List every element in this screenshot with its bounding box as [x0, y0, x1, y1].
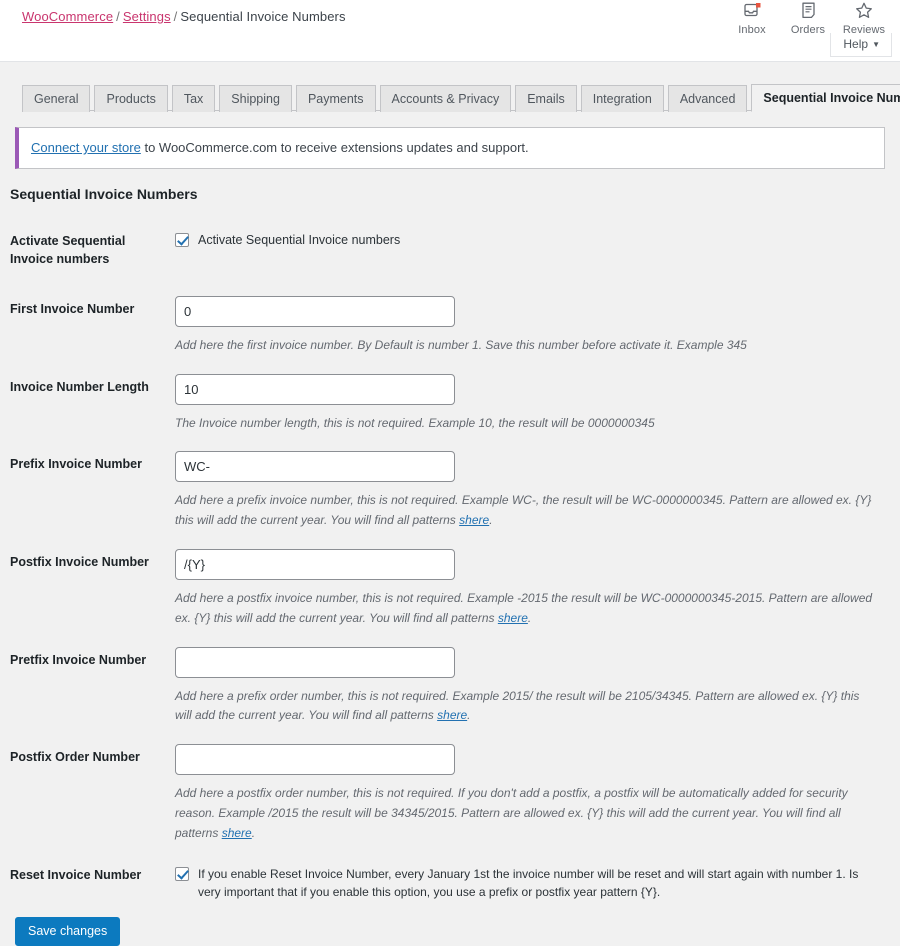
- form-row-first-invoice-number: First Invoice Number Add here the first …: [0, 284, 890, 362]
- reset-invoice-checkbox-row[interactable]: If you enable Reset Invoice Number, ever…: [175, 862, 880, 901]
- postfix-order-number-input[interactable]: [175, 744, 455, 776]
- label-activate: Activate Sequential Invoice numbers: [10, 233, 126, 266]
- label-reset-invoice-number: Reset Invoice Number: [10, 867, 142, 882]
- breadcrumb-link-settings[interactable]: Settings: [123, 9, 171, 24]
- reset-invoice-checkbox[interactable]: [175, 866, 189, 881]
- star-icon: [836, 2, 892, 22]
- label-postfix-invoice-number: Postfix Invoice Number: [10, 554, 149, 569]
- form-row-prefix-order-number: Pretfix Invoice Number Add here a prefix…: [0, 635, 890, 733]
- label-first-invoice-number: First Invoice Number: [10, 301, 135, 316]
- top-bar: WooCommerce / Settings / Sequential Invoice …: [0, 0, 900, 62]
- chevron-down-icon: ▼: [872, 40, 880, 49]
- topnav-label-orders: Orders: [790, 24, 826, 36]
- tab-sequential-invoice-numbers[interactable]: Sequential Invoice Numbers: [751, 83, 900, 112]
- desc-first-invoice-number: Add here the first invoice number. By De…: [175, 337, 747, 352]
- notice-text: to WooCommerce.com to receive extensions…: [140, 140, 529, 155]
- form-row-postfix-invoice-number: Postfix Invoice Number Add here a postfi…: [0, 537, 890, 635]
- breadcrumb-separator-2: /: [173, 9, 178, 24]
- tab-shipping[interactable]: Shipping: [219, 84, 292, 112]
- top-navigation: Inbox Orders Reviews: [724, 0, 892, 36]
- save-button-wrap: Save changes: [0, 907, 900, 946]
- settings-tabs: General Products Tax Shipping Payments Accoun…: [22, 83, 900, 112]
- desc-postfix-order-number-before: Add here a postfix order number, this is…: [175, 786, 848, 840]
- desc-prefix-invoice-number: Add here a prefix invoice number, this i…: [175, 491, 875, 531]
- connect-store-notice: Connect your store to WooCommerce.com to…: [15, 127, 885, 169]
- desc-prefix-order-number: Add here a prefix order number, this is …: [175, 687, 875, 727]
- breadcrumb-link-woocommerce[interactable]: WooCommerce: [22, 9, 113, 24]
- topnav-item-reviews[interactable]: Reviews: [836, 0, 892, 36]
- topnav-item-orders[interactable]: Orders: [780, 0, 836, 36]
- form-row-reset-invoice-number: Reset Invoice Number If you enable Reset…: [0, 850, 890, 907]
- label-postfix-order-number: Postfix Order Number: [10, 750, 140, 765]
- inbox-icon: [724, 2, 780, 22]
- desc-prefix-order-number-before: Add here a prefix order number, this is …: [175, 688, 860, 723]
- save-changes-button[interactable]: Save changes: [15, 916, 121, 946]
- patterns-link-prefix-order[interactable]: shere: [437, 708, 467, 722]
- topnav-label-inbox: Inbox: [738, 24, 766, 36]
- invoice-number-length-input[interactable]: [175, 373, 455, 405]
- patterns-link-postfix-order[interactable]: shere: [222, 826, 252, 840]
- tab-tax[interactable]: Tax: [171, 84, 216, 112]
- settings-tabs-bar: General Products Tax Shipping Payments Accoun…: [22, 83, 900, 112]
- reset-invoice-checkbox-label: If you enable Reset Invoice Number, ever…: [198, 866, 859, 899]
- label-prefix-invoice-number: Prefix Invoice Number: [10, 457, 142, 472]
- desc-postfix-order-number-after: .: [251, 825, 256, 840]
- postfix-invoice-number-input[interactable]: [175, 548, 455, 580]
- first-invoice-number-input[interactable]: [175, 295, 455, 327]
- page-title: Sequential Invoice Numbers: [10, 185, 198, 202]
- desc-prefix-invoice-number-before: Add here a prefix invoice number, this i…: [175, 493, 872, 528]
- breadcrumb-separator-1: /: [116, 9, 120, 24]
- label-prefix-order-number: Pretfix Invoice Number: [10, 652, 147, 667]
- label-invoice-number-length: Invoice Number Length: [10, 379, 149, 394]
- breadcrumb-current: Sequential Invoice Numbers: [180, 9, 346, 24]
- activate-checkbox-label: Activate Sequential Invoice numbers: [198, 232, 401, 247]
- form-row-activate: Activate Sequential Invoice numbers Acti…: [0, 216, 890, 284]
- desc-prefix-order-number-after: .: [467, 708, 471, 723]
- desc-postfix-order-number: Add here a postfix order number, this is…: [175, 784, 875, 843]
- activate-checkbox-row[interactable]: Activate Sequential Invoice numbers: [175, 228, 880, 250]
- help-button[interactable]: Help ▼: [830, 33, 892, 57]
- topnav-item-inbox[interactable]: Inbox: [724, 0, 780, 36]
- desc-postfix-invoice-number: Add here a postfix invoice number, this …: [175, 589, 875, 629]
- help-button-label: Help: [843, 37, 869, 51]
- desc-postfix-invoice-number-after: .: [527, 610, 532, 625]
- form-row-postfix-order-number: Postfix Order Number Add here a postfix …: [0, 732, 890, 849]
- desc-prefix-invoice-number-after: .: [489, 513, 493, 528]
- tab-integration[interactable]: Integration: [580, 84, 664, 112]
- prefix-invoice-number-input[interactable]: [175, 451, 455, 483]
- settings-form: Activate Sequential Invoice numbers Acti…: [0, 216, 890, 907]
- connect-your-store-link[interactable]: Connect your store: [31, 140, 141, 155]
- tab-general[interactable]: General: [22, 84, 91, 112]
- prefix-order-number-input[interactable]: [175, 646, 455, 678]
- desc-invoice-number-length: The Invoice number length, this is not r…: [175, 415, 655, 430]
- tab-emails[interactable]: Emails: [515, 84, 577, 112]
- tab-products[interactable]: Products: [94, 84, 168, 112]
- orders-document-icon: [780, 2, 836, 22]
- patterns-link-prefix-invoice[interactable]: shere: [459, 513, 489, 527]
- activate-checkbox[interactable]: [175, 232, 189, 247]
- form-row-invoice-number-length: Invoice Number Length The Invoice number…: [0, 362, 890, 440]
- patterns-link-postfix-invoice[interactable]: shere: [498, 611, 528, 625]
- breadcrumb: WooCommerce / Settings / Sequential Invoice …: [22, 9, 346, 24]
- tab-payments[interactable]: Payments: [295, 84, 376, 112]
- tab-advanced[interactable]: Advanced: [667, 84, 748, 112]
- form-row-prefix-invoice-number: Prefix Invoice Number Add here a prefix …: [0, 439, 890, 537]
- tab-accounts-privacy[interactable]: Accounts & Privacy: [379, 84, 512, 112]
